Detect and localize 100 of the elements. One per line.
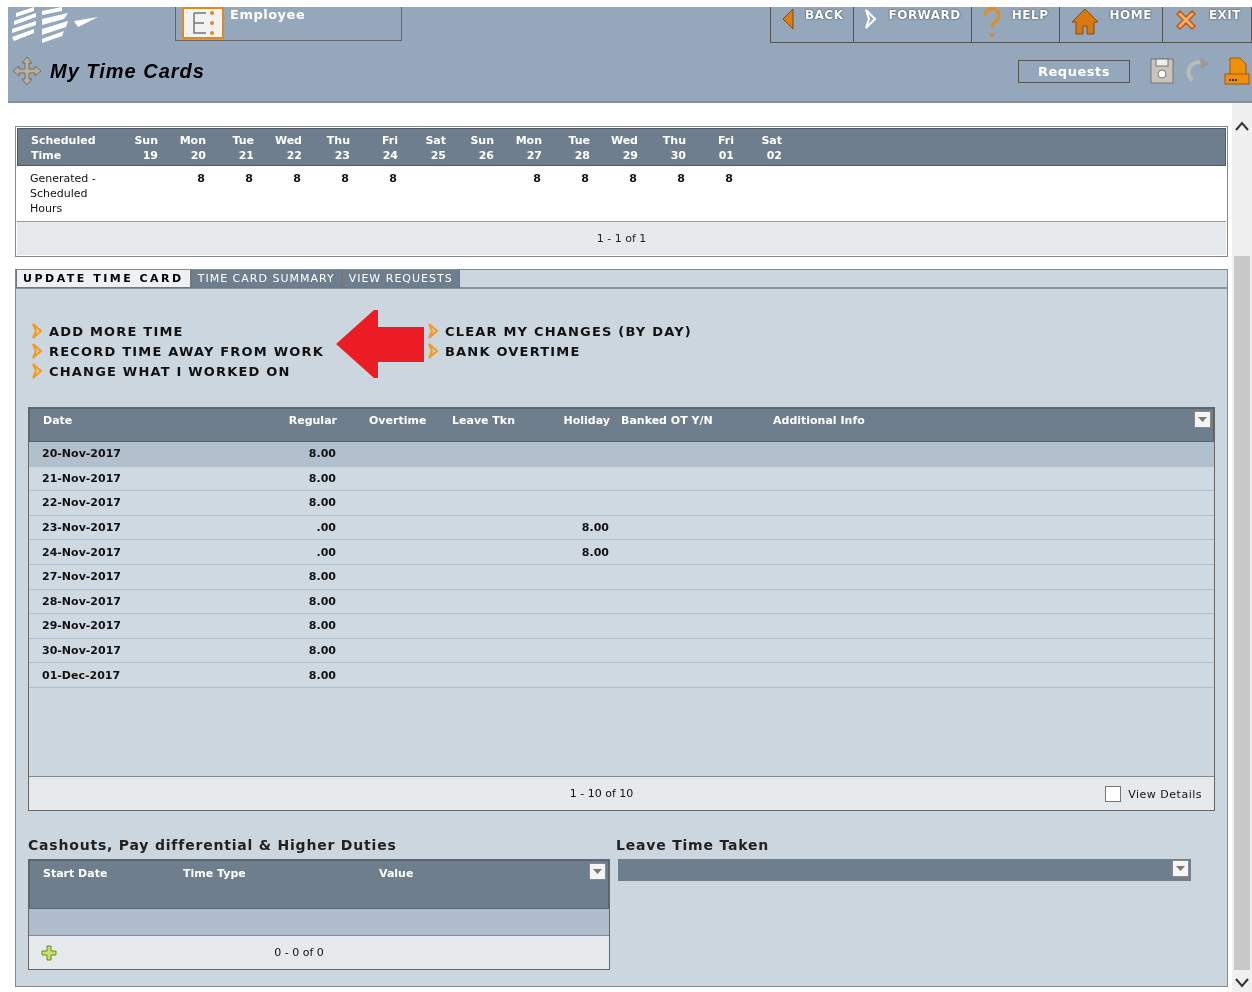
tab[interactable]: VIEW REQUESTS bbox=[341, 270, 460, 288]
action-link[interactable]: ADD MORE TIME bbox=[31, 321, 324, 341]
plus-icon[interactable] bbox=[41, 945, 57, 961]
table-row[interactable]: 30-Nov-2017 8.00 bbox=[29, 638, 1214, 664]
column-header: Thu 30 bbox=[661, 133, 687, 164]
column-header: Thu 23 bbox=[325, 133, 351, 164]
column-header: Banked OT Y/N bbox=[620, 414, 714, 427]
tab[interactable]: TIME CARD SUMMARY bbox=[190, 270, 342, 288]
action-link[interactable]: CLEAR MY CHANGES (BY DAY) bbox=[426, 321, 692, 341]
table-cell-text: 8.00 bbox=[307, 496, 337, 510]
action-link[interactable]: BANK OVERTIME bbox=[426, 341, 692, 361]
column-header: Overtime bbox=[368, 414, 428, 427]
table-row[interactable]: 20-Nov-2017 8.00 bbox=[29, 442, 1214, 467]
column-header: Regular bbox=[287, 414, 338, 427]
question-mark-icon bbox=[981, 7, 1002, 39]
table-cell-text: 30-Nov-2017 bbox=[41, 644, 122, 658]
table-cell-text: 8 bbox=[724, 171, 734, 187]
column-header: Value bbox=[379, 867, 414, 880]
dropdown-icon[interactable] bbox=[1172, 860, 1189, 877]
table-cell-text: 27-Nov-2017 bbox=[41, 570, 122, 584]
column-header: Sat 02 bbox=[760, 133, 783, 164]
column-header: Wed 29 bbox=[609, 133, 639, 164]
checkbox[interactable] bbox=[1105, 786, 1122, 802]
column-header: Fri 01 bbox=[717, 133, 735, 164]
table-cell-text: 8.00 bbox=[307, 668, 337, 682]
column-header: Time Type bbox=[183, 867, 246, 880]
column-header: Wed 22 bbox=[273, 133, 303, 164]
column-header: Sun 26 bbox=[469, 133, 495, 164]
pager-text: 1 - 1 of 1 bbox=[596, 232, 647, 245]
scrollbar-thumb[interactable] bbox=[1234, 256, 1250, 970]
table-cell-text: 21-Nov-2017 bbox=[41, 471, 122, 485]
column-header: Leave Tkn bbox=[451, 414, 516, 427]
column-header: Tue 28 bbox=[567, 133, 591, 164]
table-cell-text: .00 bbox=[315, 521, 337, 535]
table-cell-text: .00 bbox=[315, 545, 337, 559]
table-cell-text: 8 bbox=[340, 171, 350, 187]
chevron-icon bbox=[31, 323, 43, 339]
table-cell-text: 23-Nov-2017 bbox=[41, 521, 122, 535]
column-header: Fri 24 bbox=[381, 133, 399, 164]
table-cell-text: 8.00 bbox=[580, 521, 610, 535]
table-cell-text: 28-Nov-2017 bbox=[41, 594, 122, 608]
table-cell-text: 8.00 bbox=[307, 570, 337, 584]
table-cell-text: 8 bbox=[388, 171, 398, 187]
action-link[interactable]: RECORD TIME AWAY FROM WORK bbox=[31, 341, 324, 361]
table-cell-text: 29-Nov-2017 bbox=[41, 619, 122, 633]
tab[interactable]: UPDATE TIME CARD bbox=[16, 270, 191, 288]
table-cell-text: 8 bbox=[196, 171, 206, 187]
row-label: Generated - Scheduled Hours bbox=[29, 171, 97, 217]
print-icon[interactable] bbox=[1224, 57, 1250, 85]
dropdown-icon[interactable] bbox=[1194, 411, 1211, 428]
table-cell-text: 20-Nov-2017 bbox=[41, 447, 122, 461]
table-cell-text: 8 bbox=[244, 171, 254, 187]
chevron-icon bbox=[426, 343, 439, 359]
table-cell-text: 8.00 bbox=[307, 447, 337, 461]
table-cell-text: 22-Nov-2017 bbox=[41, 496, 122, 510]
table-row[interactable]: 01-Dec-2017 8.00 bbox=[29, 663, 1214, 688]
column-header: Scheduled Time bbox=[30, 133, 97, 164]
column-header: Tue 21 bbox=[231, 133, 255, 164]
table-cell-text: 8 bbox=[628, 171, 638, 187]
section-title: Leave Time Taken bbox=[616, 837, 771, 853]
chevron-icon bbox=[864, 7, 879, 31]
action-link[interactable]: CHANGE WHAT I WORKED ON bbox=[31, 361, 324, 381]
page-title: My Time Cards bbox=[50, 59, 205, 83]
column-header: Additional Info bbox=[772, 414, 865, 427]
table-cell-text: 8 bbox=[532, 171, 542, 187]
section-title: Cashouts, Pay differential & Higher Duties bbox=[28, 837, 398, 853]
table-row[interactable]: 22-Nov-2017 8.00 bbox=[29, 491, 1214, 516]
table-cell-text: 8.00 bbox=[307, 594, 337, 608]
table-cell-text: 8.00 bbox=[307, 471, 337, 485]
pager-text: 0 - 0 of 0 bbox=[274, 946, 324, 959]
column-header: Sun 19 bbox=[133, 133, 159, 164]
pager-text: 1 - 10 of 10 bbox=[569, 787, 634, 800]
house-icon bbox=[1069, 7, 1100, 35]
table-row[interactable]: 21-Nov-2017 8.00 bbox=[29, 466, 1214, 492]
table-cell-text: 8.00 bbox=[307, 644, 337, 658]
save-icon[interactable] bbox=[1150, 58, 1174, 84]
chevron-icon bbox=[31, 363, 43, 379]
column-header: Mon 27 bbox=[514, 133, 543, 164]
column-header: Holiday bbox=[562, 414, 611, 427]
table-row[interactable]: 23-Nov-2017 .00 8.00 bbox=[29, 515, 1214, 541]
dropdown-icon[interactable] bbox=[589, 863, 606, 880]
column-header: Start Date bbox=[42, 867, 108, 880]
checkbox-label: View Details bbox=[1128, 787, 1202, 801]
table-cell-text: 8.00 bbox=[307, 619, 337, 633]
scroll-up-icon[interactable] bbox=[1235, 121, 1249, 131]
scroll-down-icon[interactable] bbox=[1235, 978, 1249, 988]
list-icon bbox=[182, 7, 224, 39]
table-row[interactable]: 24-Nov-2017 .00 8.00 bbox=[29, 540, 1214, 565]
move-icon bbox=[12, 56, 42, 86]
chevron-icon bbox=[31, 343, 43, 359]
table-row[interactable]: 29-Nov-2017 8.00 bbox=[29, 614, 1214, 639]
column-header: Sat 25 bbox=[424, 133, 447, 164]
table-cell-text: 8.00 bbox=[580, 545, 610, 559]
table-row[interactable]: 28-Nov-2017 8.00 bbox=[29, 589, 1214, 615]
back-arrow-icon bbox=[780, 7, 795, 31]
column-header: Mon 20 bbox=[178, 133, 207, 164]
table-cell-text: 8 bbox=[676, 171, 686, 187]
table-row[interactable]: 27-Nov-2017 8.00 bbox=[29, 564, 1214, 590]
table-cell-text: 01-Dec-2017 bbox=[41, 668, 122, 682]
column-header: Date bbox=[42, 414, 74, 427]
